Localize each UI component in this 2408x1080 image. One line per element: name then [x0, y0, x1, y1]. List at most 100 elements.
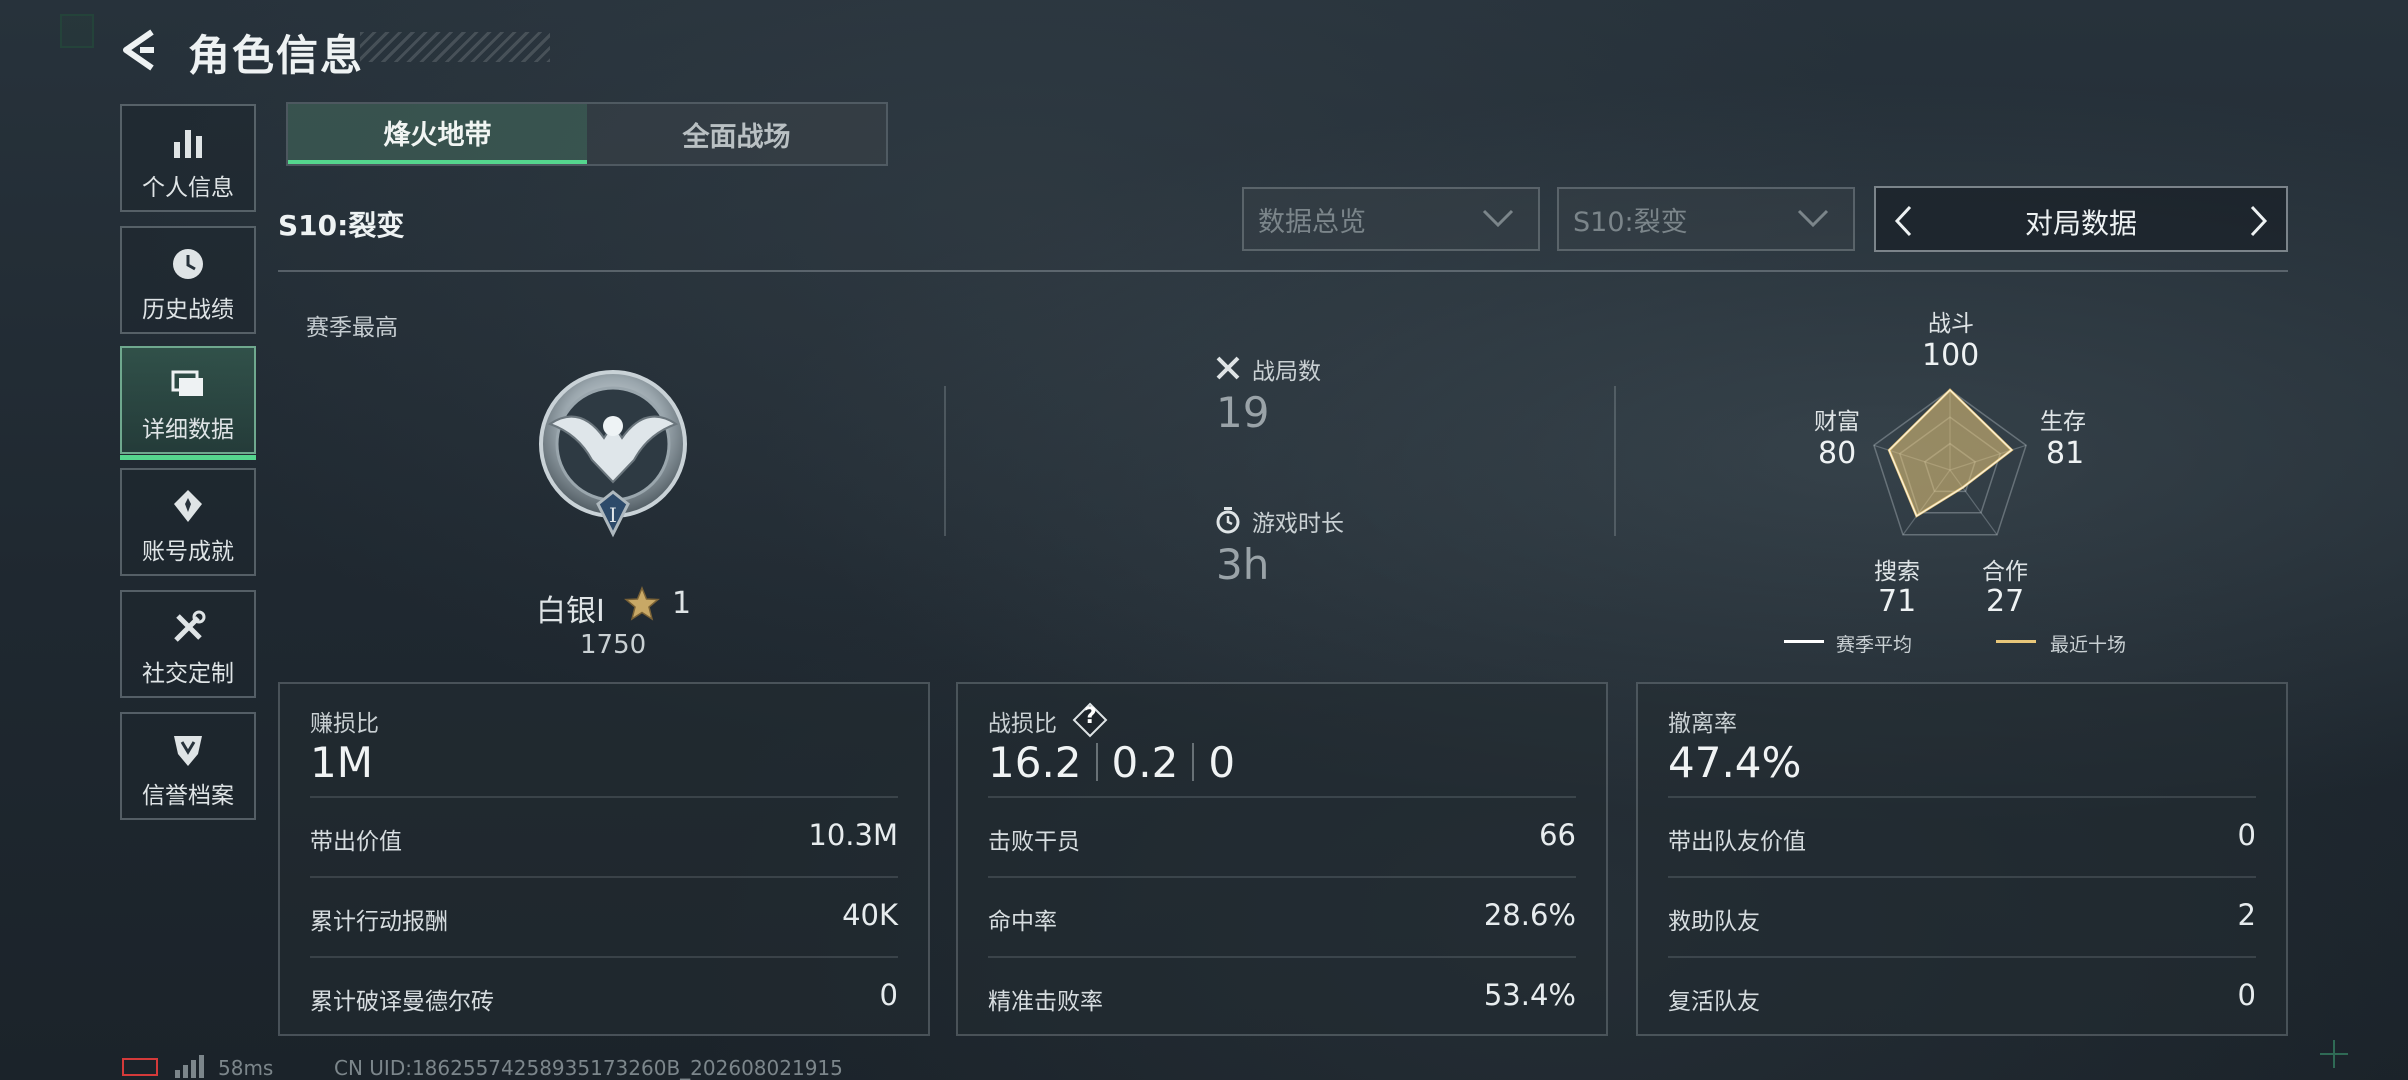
matches-label: 战局数: [1252, 359, 1321, 385]
battery-low-icon: [122, 1058, 158, 1076]
row-label: 累计破译曼德尔砖: [310, 989, 494, 1015]
kd-value-2: 0.2: [1111, 738, 1179, 787]
stopwatch-icon: [1216, 507, 1240, 534]
row-divider: [1668, 956, 2256, 958]
folders-icon: [171, 370, 203, 396]
matches-value: 19: [1216, 388, 1270, 437]
rank-badge-icon: I: [539, 370, 687, 538]
radar-label-cooperation: 合作: [1982, 559, 2028, 585]
row-label: 命中率: [988, 909, 1057, 935]
radar-chart: [1873, 388, 2027, 536]
sidebar-item-label: 账号成就: [142, 539, 234, 565]
vertical-divider: [944, 386, 946, 536]
season-dropdown[interactable]: S10:裂变: [1557, 187, 1855, 251]
legend-recent-ten-label: 最近十场: [2050, 634, 2127, 656]
card-title: 赚损比: [310, 711, 379, 737]
radar-value-survival: 81: [2046, 436, 2085, 471]
active-indicator: [120, 455, 256, 460]
uid-text: CN UID:18625574258935173260B_20260802191…: [334, 1056, 843, 1080]
season-label: S10:裂变: [278, 209, 405, 242]
rank-name: 白银I: [536, 594, 605, 629]
row-divider: [988, 796, 1576, 798]
sidebar-item-label: 历史战绩: [142, 297, 234, 323]
row-label: 带出队友价值: [1668, 829, 1806, 855]
row-divider: [310, 956, 898, 958]
shield-icon: [174, 736, 202, 766]
kd-values: 16.2 0.2 0: [988, 738, 1235, 787]
row-divider: [1668, 876, 2256, 878]
crosshair-icon: [2320, 1040, 2348, 1068]
chevron-down-icon: [1482, 209, 1514, 228]
sidebar-item-label: 详细数据: [142, 417, 234, 443]
row-label: 累计行动报酬: [310, 909, 448, 935]
chevron-down-icon: [1797, 209, 1829, 228]
rank-star-count: 1: [672, 586, 692, 621]
row-value: 0: [879, 978, 898, 1012]
season-high-label: 赛季最高: [306, 315, 398, 341]
chevron-right-icon[interactable]: [2246, 204, 2270, 238]
sidebar-item-label: 个人信息: [142, 175, 234, 201]
data-mode-selector: 对局数据: [1874, 186, 2288, 252]
legend-season-avg-label: 赛季平均: [1836, 634, 1913, 656]
playtime-label: 游戏时长: [1252, 511, 1344, 537]
row-label: 救助队友: [1668, 909, 1760, 935]
radar-recent-ten-area: [1887, 388, 2014, 518]
clock-icon: [173, 249, 203, 279]
signal-icon: [175, 1055, 204, 1078]
ping-value: 58ms: [218, 1056, 274, 1080]
crossed-swords-icon: [1216, 356, 1240, 380]
row-divider: [310, 876, 898, 878]
legend-season-avg-swatch: [1784, 640, 1824, 643]
row-value: 28.6%: [1483, 898, 1576, 932]
row-label: 击败干员: [988, 829, 1080, 855]
achievement-icon: [174, 490, 202, 522]
back-arrow-icon[interactable]: [118, 26, 166, 74]
row-divider: [988, 876, 1576, 878]
sidebar-item-reputation[interactable]: 信誉档案: [120, 712, 256, 820]
row-value: 53.4%: [1483, 978, 1576, 1012]
tab-warfare[interactable]: 全面战场: [587, 104, 886, 164]
kd-value-1: 16.2: [988, 738, 1082, 787]
star-icon: [624, 586, 660, 621]
radar-value-wealth: 80: [1818, 436, 1857, 471]
dropdown-value: S10:裂变: [1573, 206, 1688, 238]
legend-recent-ten-swatch: [1996, 640, 2036, 643]
kd-card: 战损比 ? 16.2 0.2 0 击败干员 66 命中率 28.6% 精准击败率 5…: [956, 682, 1608, 1036]
sidebar-item-detailed-data[interactable]: 详细数据: [120, 346, 256, 460]
page-title: 角色信息: [188, 31, 365, 80]
radar-value-cooperation: 27: [1986, 584, 2025, 619]
help-icon-glyph: ?: [1084, 704, 1097, 729]
row-label: 带出价值: [310, 829, 402, 855]
row-value: 10.3M: [808, 818, 898, 852]
profit-card: 赚损比 1M 带出价值 10.3M 累计行动报酬 40K 累计破译曼德尔砖 0: [278, 682, 930, 1036]
row-label: 精准击败率: [988, 989, 1103, 1015]
data-mode-label: 对局数据: [2024, 207, 2137, 240]
sidebar-item-label: 信誉档案: [142, 783, 234, 809]
sidebar-item-achievements[interactable]: 账号成就: [120, 468, 256, 576]
row-divider: [1668, 796, 2256, 798]
row-value: 2: [2237, 898, 2256, 932]
overview-dropdown[interactable]: 数据总览: [1242, 187, 1540, 251]
rank-score: 1750: [580, 630, 647, 660]
sidebar-item-personal-info[interactable]: 个人信息: [120, 104, 256, 212]
corner-indicator: [60, 14, 94, 48]
row-value: 0: [2237, 818, 2256, 852]
row-label: 复活队友: [1668, 989, 1760, 1015]
sidebar-item-social[interactable]: 社交定制: [120, 590, 256, 698]
row-value: 66: [1539, 818, 1576, 852]
tools-icon: [174, 610, 206, 642]
radar-value-search: 71: [1878, 584, 1917, 619]
row-value: 40K: [842, 898, 898, 932]
tab-haavk[interactable]: 烽火地带: [288, 104, 587, 164]
radar-label-combat: 战斗: [1928, 311, 1974, 337]
row-value: 0: [2237, 978, 2256, 1012]
bar-chart-icon: [174, 130, 202, 158]
sidebar-item-history[interactable]: 历史战绩: [120, 226, 256, 334]
sidebar-item-label: 社交定制: [142, 661, 234, 687]
radar-value-combat: 100: [1922, 338, 1980, 373]
dropdown-value: 数据总览: [1258, 206, 1366, 238]
playtime-value: 3h: [1216, 540, 1270, 589]
mode-tabs: 烽火地带 全面战场: [286, 102, 888, 166]
radar-label-survival: 生存: [2040, 409, 2086, 435]
svg-text:I: I: [609, 503, 617, 527]
